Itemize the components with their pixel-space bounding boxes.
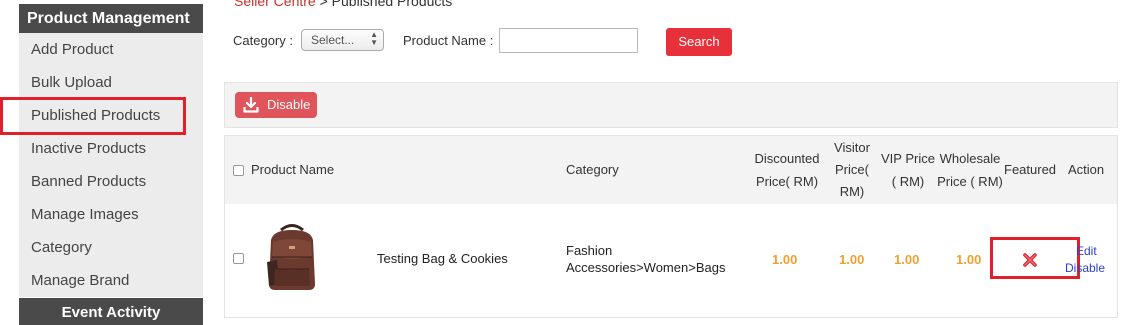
row-vip-price: 1.00 (894, 252, 920, 267)
header-wholesale-price: Wholesale Price ( RM) (936, 147, 1004, 193)
sidebar-item-banned-products[interactable]: Banned Products (19, 165, 203, 198)
category-select-value: Select... (311, 33, 355, 47)
row-checkbox[interactable] (233, 253, 244, 264)
disable-button-label: Disable (267, 97, 311, 112)
header-visitor-price-line3: RM) (839, 184, 865, 199)
row-category-line2: Accessories>Women>Bags (566, 260, 726, 275)
toolbar (224, 82, 1118, 128)
row-category-line1: Fashion (566, 243, 613, 258)
breadcrumb-link-seller-centre[interactable]: Seller Centre (234, 0, 316, 9)
category-filter-label: Category : (233, 33, 293, 48)
header-action: Action (1068, 162, 1105, 177)
header-discounted-price-line2: Price( RM) (755, 174, 819, 189)
row-category: Fashion Accessories>Women>Bags (566, 242, 725, 276)
sidebar-section-event-activity[interactable]: Event Activity (19, 298, 203, 325)
download-icon (243, 97, 259, 113)
breadcrumb-current: Published Products (331, 0, 453, 9)
header-product-name: Product Name (251, 162, 335, 177)
highlight-box-published-products (0, 97, 186, 135)
header-vip-price: VIP Price ( RM) (878, 147, 938, 193)
disable-link[interactable]: Disable (1065, 261, 1105, 275)
search-button[interactable]: Search (666, 28, 732, 56)
row-product-name[interactable]: Testing Bag & Cookies (377, 250, 508, 267)
category-select[interactable]: Select... ▲ ▼ (301, 29, 384, 51)
header-wholesale-price-line2: Price ( RM) (937, 174, 1003, 189)
header-visitor-price-line2: Price( (835, 162, 869, 177)
header-featured: Featured (1004, 162, 1057, 177)
sidebar-item-bulk-upload[interactable]: Bulk Upload (19, 66, 203, 99)
header-wholesale-price-line1: Wholesale (939, 151, 1001, 166)
header-vip-price-line2: ( RM) (891, 174, 925, 189)
sidebar-menu: Add Product Bulk Upload Published Produc… (19, 33, 203, 297)
sidebar: Product Management Add Product Bulk Uplo… (19, 0, 203, 325)
edit-link[interactable]: Edit (1076, 244, 1097, 258)
header-visitor-price-line1: Visitor (834, 140, 870, 155)
header-category: Category (566, 162, 619, 177)
product-name-filter-label: Product Name : (403, 33, 494, 48)
header-visitor-price: Visitor Price( RM) (828, 137, 876, 203)
product-image-backpack[interactable] (255, 222, 329, 294)
disable-button[interactable]: Disable (235, 92, 317, 118)
header-discounted-price-line1: Discounted (754, 151, 820, 166)
sidebar-item-manage-images[interactable]: Manage Images (19, 198, 203, 231)
header-discounted-price: Discounted Price( RM) (748, 147, 826, 193)
row-wholesale-price: 1.00 (956, 252, 982, 267)
select-all-checkbox[interactable] (233, 165, 244, 176)
row-discounted-price: 1.00 (772, 252, 798, 267)
breadcrumb: Seller Centre > Published Products (234, 0, 452, 9)
select-arrows-icon: ▲ ▼ (370, 30, 378, 47)
sidebar-item-manage-brand[interactable]: Manage Brand (19, 264, 203, 297)
header-vip-price-line1: VIP Price (881, 151, 935, 166)
sidebar-item-category[interactable]: Category (19, 231, 203, 264)
product-name-input[interactable] (499, 28, 638, 53)
breadcrumb-separator: > (315, 0, 332, 9)
sidebar-header: Product Management (19, 4, 203, 33)
sidebar-item-inactive-products[interactable]: Inactive Products (19, 132, 203, 165)
sidebar-item-add-product[interactable]: Add Product (19, 33, 203, 66)
row-visitor-price: 1.00 (839, 252, 865, 267)
